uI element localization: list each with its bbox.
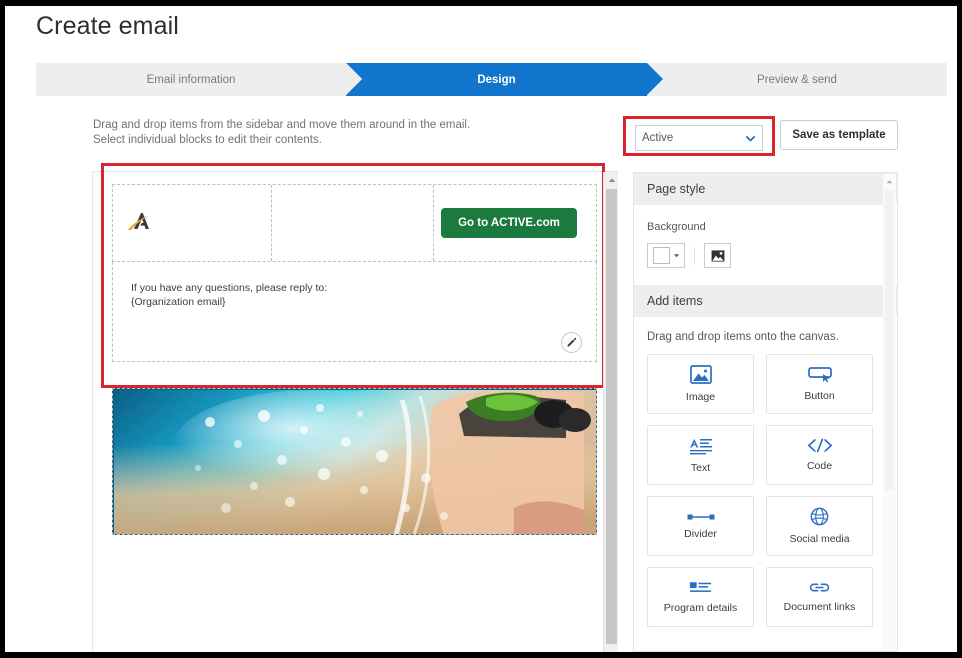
instructions-line-1: Drag and drop items from the sidebar and… bbox=[93, 119, 471, 131]
sidebar-scrollbar[interactable] bbox=[883, 174, 896, 651]
page-style-header-label: Page style bbox=[647, 182, 706, 196]
chevron-down-icon bbox=[745, 133, 756, 144]
tab-design[interactable]: Design bbox=[346, 63, 663, 96]
add-item-code[interactable]: Code bbox=[766, 425, 873, 485]
program-details-icon bbox=[689, 581, 712, 592]
scroll-up-icon[interactable] bbox=[604, 172, 619, 187]
caret-down-icon bbox=[673, 254, 679, 258]
tab-email-information[interactable]: Email information bbox=[36, 63, 362, 96]
add-item-code-label: Code bbox=[806, 460, 833, 472]
app-window: Create email Email information Design Pr… bbox=[5, 6, 957, 652]
add-items-grid: Image Button Text Code Divider Social me… bbox=[647, 354, 884, 627]
add-item-image[interactable]: Image bbox=[647, 354, 754, 414]
add-items-header: Add items bbox=[634, 285, 897, 317]
tab-preview-send[interactable]: Preview & send bbox=[647, 63, 947, 96]
go-to-active-button-label: Go to ACTIVE.com bbox=[458, 217, 560, 229]
add-item-document-links-label: Document links bbox=[783, 601, 856, 613]
header-column-3[interactable]: Go to ACTIVE.com bbox=[434, 185, 594, 261]
image-icon bbox=[711, 249, 724, 262]
sidebar-scroll-up-icon[interactable] bbox=[883, 175, 896, 188]
background-image-button[interactable] bbox=[704, 243, 731, 268]
status-dropdown[interactable]: Active bbox=[635, 125, 763, 151]
text-icon bbox=[689, 438, 712, 454]
background-label: Background bbox=[647, 221, 706, 233]
wizard-steps: Email information Design Preview & send bbox=[36, 63, 947, 96]
add-item-image-label: Image bbox=[685, 391, 716, 403]
background-color-picker[interactable] bbox=[647, 243, 685, 268]
email-block-hero-image[interactable] bbox=[112, 388, 597, 535]
sidebar-scrollbar-thumb[interactable] bbox=[885, 190, 894, 490]
divider-icon bbox=[687, 514, 714, 519]
email-block-footer-text[interactable]: If you have any questions, please reply … bbox=[112, 262, 597, 362]
status-dropdown-value: Active bbox=[642, 132, 674, 144]
code-icon bbox=[807, 438, 832, 453]
background-controls bbox=[647, 243, 884, 268]
footer-text-line-1: If you have any questions, please reply … bbox=[131, 282, 328, 294]
tab-design-label: Design bbox=[477, 73, 516, 86]
add-item-divider-label: Divider bbox=[684, 527, 717, 540]
page-title: Create email bbox=[36, 12, 179, 40]
background-color-swatch bbox=[652, 247, 670, 264]
email-canvas[interactable]: Go to ACTIVE.com If you have any questio… bbox=[92, 171, 618, 652]
add-item-social-media[interactable]: Social media bbox=[766, 496, 873, 556]
instructions-line-2: Select individual blocks to edit their c… bbox=[93, 134, 322, 146]
sidebar-section-divider bbox=[634, 268, 897, 285]
add-item-button[interactable]: Button bbox=[766, 354, 873, 414]
header-column-1[interactable] bbox=[113, 185, 272, 261]
add-item-text-label: Text bbox=[690, 461, 711, 474]
canvas-scrollbar[interactable] bbox=[603, 172, 618, 652]
add-item-button-label: Button bbox=[804, 390, 835, 402]
instructions: Drag and drop items from the sidebar and… bbox=[93, 118, 470, 148]
add-item-divider[interactable]: Divider bbox=[647, 496, 754, 556]
social-media-icon bbox=[810, 507, 829, 526]
add-item-program-details-label: Program details bbox=[663, 601, 738, 614]
status-dropdown-highlight: Active bbox=[623, 116, 775, 156]
hero-image bbox=[114, 390, 596, 534]
pencil-icon bbox=[567, 337, 577, 347]
email-document: Go to ACTIVE.com If you have any questio… bbox=[112, 184, 597, 362]
page-style-body: Background bbox=[634, 221, 897, 268]
tab-email-information-label: Email information bbox=[146, 73, 236, 86]
add-items-header-label: Add items bbox=[647, 294, 703, 308]
button-icon bbox=[807, 367, 832, 383]
tab-preview-send-label: Preview & send bbox=[757, 73, 837, 86]
footer-text: If you have any questions, please reply … bbox=[131, 281, 327, 309]
controls-divider bbox=[694, 246, 695, 265]
footer-text-line-2: {Organization email} bbox=[131, 296, 226, 308]
go-to-active-button[interactable]: Go to ACTIVE.com bbox=[441, 208, 577, 238]
add-items-hint: Drag and drop items onto the canvas. bbox=[647, 331, 839, 343]
active-logo-icon bbox=[125, 211, 155, 233]
add-item-document-links[interactable]: Document links bbox=[766, 567, 873, 627]
image-icon bbox=[689, 365, 712, 384]
header-column-2[interactable] bbox=[272, 185, 434, 261]
design-sidebar: Page style Background Add items Drag and… bbox=[633, 172, 898, 652]
document-links-icon bbox=[809, 583, 830, 592]
canvas-scrollbar-thumb[interactable] bbox=[606, 189, 617, 644]
save-as-template-button[interactable]: Save as template bbox=[780, 120, 898, 150]
add-item-social-media-label: Social media bbox=[789, 533, 850, 545]
page-style-header: Page style bbox=[634, 173, 897, 205]
add-item-text[interactable]: Text bbox=[647, 425, 754, 485]
add-items-body: Drag and drop items onto the canvas. Ima… bbox=[634, 331, 897, 627]
email-block-header-columns[interactable]: Go to ACTIVE.com bbox=[112, 184, 597, 262]
edit-block-button[interactable] bbox=[561, 332, 582, 353]
add-item-program-details[interactable]: Program details bbox=[647, 567, 754, 627]
save-as-template-label: Save as template bbox=[792, 129, 886, 141]
